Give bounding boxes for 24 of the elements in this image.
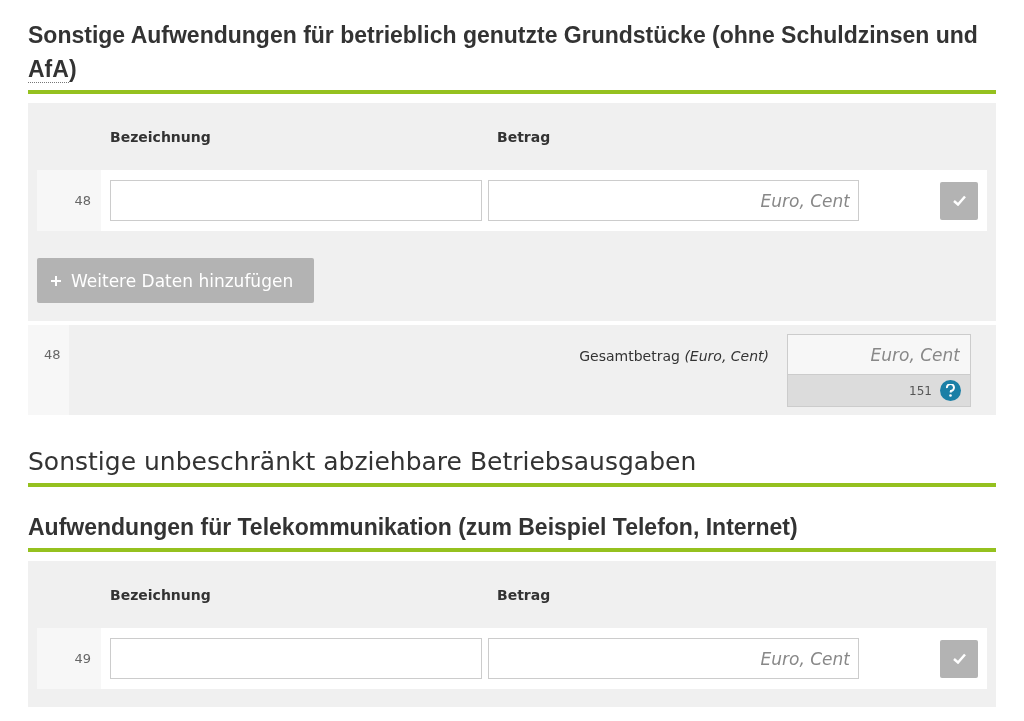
checkmark-icon — [952, 653, 966, 664]
confirm-button[interactable] — [940, 181, 978, 220]
add-data-button[interactable]: Weitere Daten hinzufügen — [37, 258, 314, 303]
column-header: Bezeichnung — [110, 586, 212, 603]
column-header: Betrag — [497, 586, 552, 603]
confirm-button[interactable] — [940, 639, 978, 678]
total-field[interactable]: Euro, Cent — [787, 334, 971, 375]
section-heading: Sonstige unbeschränkt abziehbare Betriebsausgaben — [28, 445, 996, 487]
help-icon[interactable] — [940, 380, 961, 401]
field-code: 151 — [909, 383, 932, 398]
description-field[interactable] — [110, 638, 482, 679]
subsection-heading: Aufwendungen für Telekommunikation (zum Beispiel Telefon, Internet) — [28, 510, 996, 552]
checkmark-icon — [952, 195, 966, 206]
total-label: Gesamtbetrag (Euro, Cent) — [579, 348, 769, 364]
line-number: 48 — [37, 170, 101, 231]
subsection-heading: Sonstige Aufwendungen für betrieblich genutzte Grundstücke (ohne Schuldzinsen und AfA) — [28, 18, 996, 94]
line-number: 49 — [37, 628, 101, 689]
plus-icon — [51, 275, 61, 286]
column-header: Betrag — [497, 128, 552, 145]
amount-field[interactable]: Euro, Cent — [488, 180, 859, 221]
amount-field[interactable]: Euro, Cent — [488, 638, 859, 679]
description-field[interactable] — [110, 180, 482, 221]
column-header: Bezeichnung — [110, 128, 212, 145]
line-number: 48 — [28, 325, 69, 415]
